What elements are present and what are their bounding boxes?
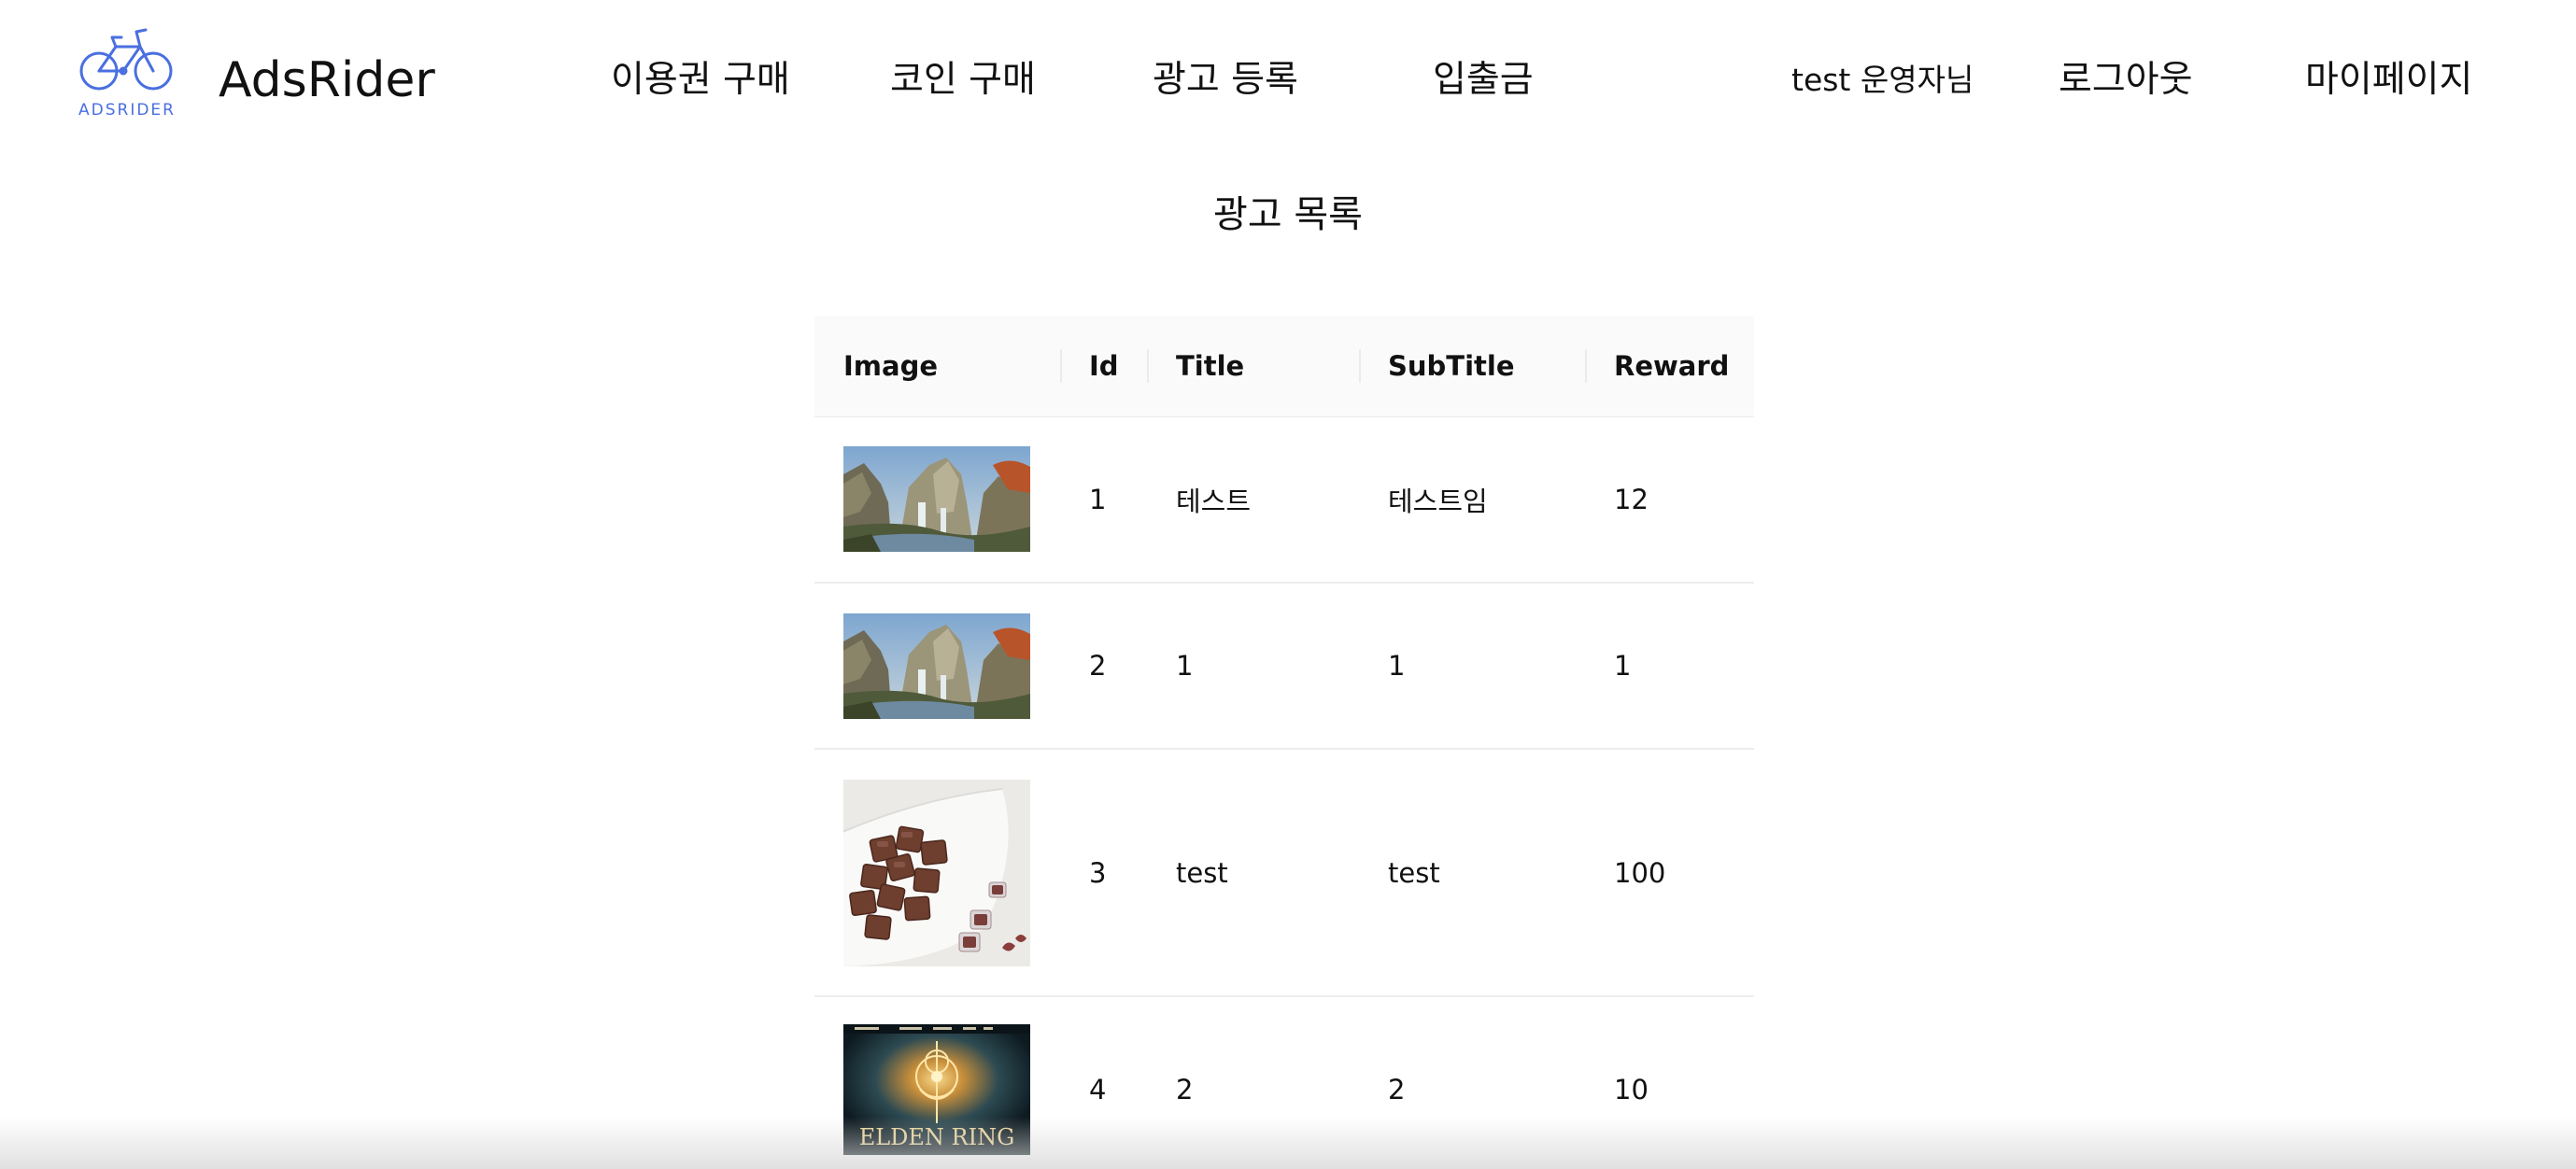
brand-name[interactable]: AdsRider xyxy=(219,47,435,114)
nav-buy-coin[interactable]: 코인 구매 xyxy=(890,50,1036,110)
id-cell: 2 xyxy=(1060,583,1147,750)
subtitle-cell: 1 xyxy=(1359,583,1585,750)
column-header-title: Title xyxy=(1147,316,1359,417)
id-cell: 3 xyxy=(1060,749,1147,997)
nav-register-ad[interactable]: 광고 등록 xyxy=(1153,50,1298,110)
subtitle-cell: 2 xyxy=(1359,996,1585,1169)
logout-link[interactable]: 로그아웃 xyxy=(2059,50,2193,110)
page-title: 광고 목록 xyxy=(1213,193,1363,236)
title-cell: 1 xyxy=(1147,583,1359,750)
title-cell: 테스트 xyxy=(1147,416,1359,584)
image-cell xyxy=(814,583,1060,750)
elden-ring-logo-text: ELDEN RING xyxy=(859,1124,1015,1150)
logo-wordmark: ADSRIDER xyxy=(78,101,176,120)
elden-ring-thumbnail[interactable]: ELDEN RING xyxy=(843,1024,1030,1155)
image-cell xyxy=(814,416,1060,584)
subtitle-cell: 테스트임 xyxy=(1359,416,1585,584)
column-header-image: Image xyxy=(814,316,1060,417)
subtitle-cell: test xyxy=(1359,749,1585,997)
nav-buy-pass[interactable]: 이용권 구매 xyxy=(611,50,790,110)
bicycle-icon xyxy=(79,28,173,91)
adsrider-logo[interactable]: ADSRIDER xyxy=(78,24,176,125)
table-row[interactable]: ELDEN RING 4 2 2 10 xyxy=(814,996,1754,1169)
chocolate-candies-thumbnail[interactable] xyxy=(843,779,1030,966)
user-greeting: test 운영자님 xyxy=(1791,62,1974,98)
image-cell xyxy=(814,749,1060,997)
reward-cell: 12 xyxy=(1585,416,1754,584)
reward-cell: 1 xyxy=(1585,583,1754,750)
top-navigation-bar: ADSRIDER AdsRider 이용권 구매 코인 구매 광고 등록 입출금… xyxy=(0,0,2576,159)
table-row[interactable]: 3 test test 100 xyxy=(814,749,1754,997)
reward-cell: 10 xyxy=(1585,996,1754,1169)
waterfall-landscape-thumbnail[interactable] xyxy=(843,613,1030,719)
nav-deposit-withdraw[interactable]: 입출금 xyxy=(1433,50,1534,110)
table-row[interactable]: 1 테스트 테스트임 12 xyxy=(814,416,1754,584)
page: ADSRIDER AdsRider 이용권 구매 코인 구매 광고 등록 입출금… xyxy=(0,0,2576,1169)
mypage-link[interactable]: 마이페이지 xyxy=(2305,50,2472,110)
image-cell: ELDEN RING xyxy=(814,996,1060,1169)
reward-cell: 100 xyxy=(1585,749,1754,997)
ads-table: Image Id Title SubTitle Reward 1 테스트 테스트… xyxy=(814,316,1754,1169)
title-cell: 2 xyxy=(1147,996,1359,1169)
id-cell: 1 xyxy=(1060,416,1147,584)
title-cell: test xyxy=(1147,749,1359,997)
table-row[interactable]: 2 1 1 1 xyxy=(814,583,1754,750)
column-header-subtitle: SubTitle xyxy=(1359,316,1585,417)
waterfall-landscape-thumbnail[interactable] xyxy=(843,446,1030,553)
id-cell: 4 xyxy=(1060,996,1147,1169)
column-header-id: Id xyxy=(1060,316,1147,417)
column-header-reward: Reward xyxy=(1585,316,1754,417)
table-header: Image Id Title SubTitle Reward xyxy=(814,316,1754,417)
